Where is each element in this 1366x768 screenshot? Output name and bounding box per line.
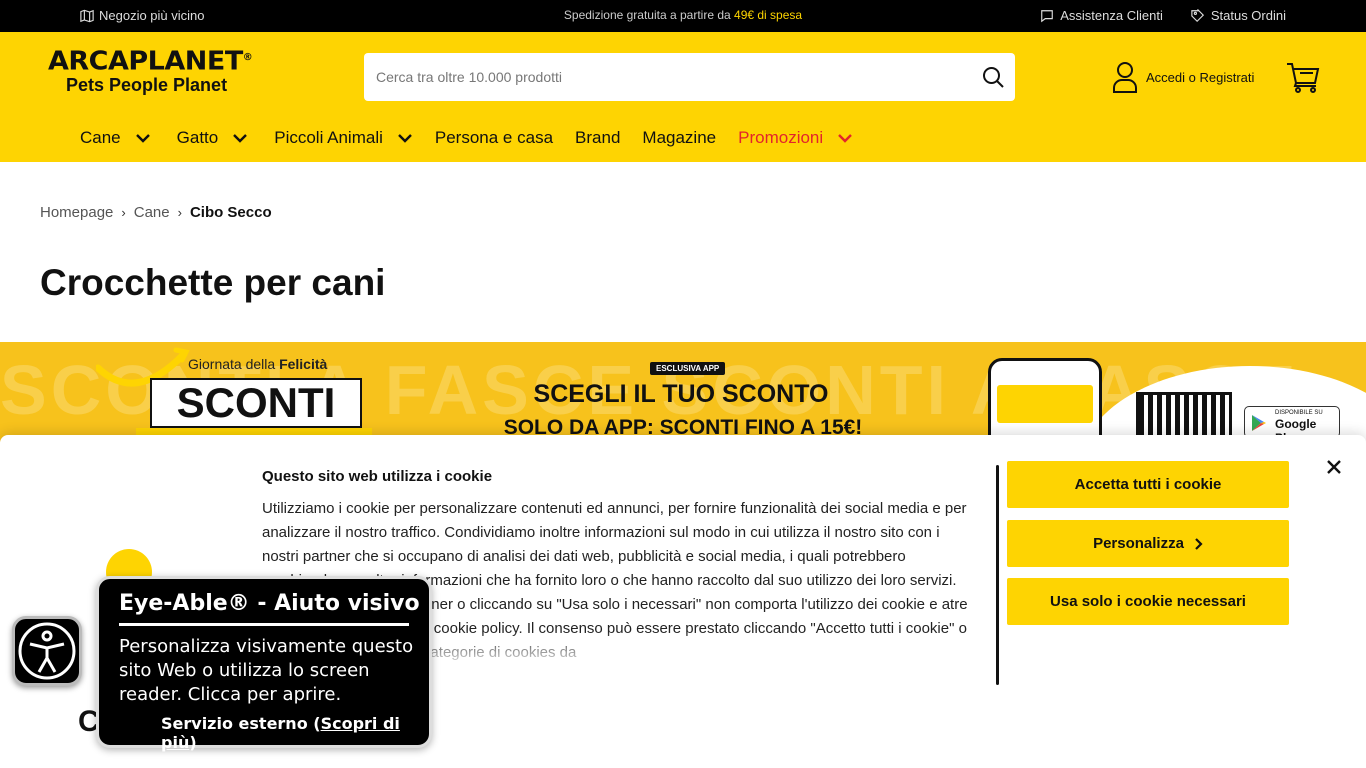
chevron-down-icon — [838, 134, 853, 143]
account-link[interactable]: Accedi o Registrati — [1112, 60, 1254, 94]
eye-able-button[interactable] — [12, 616, 82, 686]
cookie-scrollbar[interactable] — [996, 465, 999, 685]
google-play-icon — [1252, 415, 1266, 431]
nav-item-persona-e-casa[interactable]: Persona e casa — [435, 128, 553, 148]
page-title: Crocchette per cani — [40, 262, 386, 303]
nav-item-label: Cane — [80, 128, 121, 147]
eye-able-title: Eye-Able® - Aiuto visivo — [119, 591, 420, 616]
nav-item-brand[interactable]: Brand — [575, 128, 620, 148]
nav-item-label: Piccoli Animali — [274, 128, 383, 147]
site-header: ARCAPLANET® Pets People Planet Accedi o … — [0, 32, 1366, 162]
search-icon[interactable] — [981, 65, 1005, 89]
logo-tagline: Pets People Planet — [66, 75, 228, 95]
logo-wordmark: ARCAPLANET® — [48, 46, 253, 77]
nav-item-label: Persona e casa — [434, 128, 554, 147]
main-nav: Cane Gatto Piccoli Animali Persona e cas… — [80, 128, 879, 148]
nav-item-piccoli-animali[interactable]: Piccoli Animali — [274, 128, 413, 148]
accessibility-icon — [18, 622, 76, 680]
google-play-badge[interactable]: DISPONIBILE SU Google Play — [1244, 406, 1340, 442]
order-status-label: Status Ordini — [1210, 8, 1286, 23]
search-bar — [364, 53, 1015, 101]
customize-cookies-button[interactable]: Personalizza — [1007, 520, 1289, 567]
eye-able-external: Servizio esterno (Scopri di più) — [161, 714, 400, 752]
customer-support-label: Assistenza Clienti — [1060, 8, 1163, 23]
chat-icon — [1041, 9, 1054, 22]
nav-item-magazine[interactable]: Magazine — [642, 128, 716, 148]
breadcrumb-homepage[interactable]: Homepage — [40, 204, 113, 221]
eye-able-description: Personalizza visivamente questo sito Web… — [119, 636, 414, 705]
nav-item-promozioni[interactable]: Promozioni — [738, 128, 853, 148]
user-icon — [1113, 62, 1137, 93]
map-icon — [80, 9, 94, 22]
shipping-amount: 49€ di spesa — [734, 8, 803, 22]
promo-banner[interactable]: SCONTI A FASCE SCONTI A FASCE Giornata d… — [0, 342, 1366, 442]
chevron-right-icon — [1195, 537, 1203, 550]
order-tag-icon — [1191, 8, 1204, 22]
cart-icon[interactable] — [1286, 60, 1320, 94]
breadcrumb-separator: › — [121, 205, 126, 220]
breadcrumb-separator: › — [177, 205, 182, 220]
google-play-small: DISPONIBILE SU — [1275, 410, 1323, 416]
chevron-down-icon — [135, 134, 150, 143]
cookie-title: Questo sito web utilizza i cookie — [262, 468, 493, 485]
store-locator-label: Negozio più vicino — [99, 8, 205, 23]
close-icon[interactable] — [1323, 456, 1345, 478]
banner-exclusive-badge: ESCLUSIVA APP — [650, 362, 726, 375]
banner-event: Giornata della Felicità — [188, 356, 328, 372]
nav-item-label: Promozioni — [738, 128, 824, 147]
nav-item-label: Brand — [575, 128, 621, 147]
order-status-link[interactable]: Status Ordini — [1191, 8, 1286, 23]
breadcrumb-cane[interactable]: Cane — [134, 204, 170, 221]
nav-item-cane[interactable]: Cane — [80, 128, 151, 148]
eye-able-divider — [119, 623, 409, 626]
account-label: Accedi o Registrati — [1146, 69, 1255, 85]
shipping-text: Spedizione gratuita a partire da — [563, 8, 731, 22]
necessary-cookies-only-button[interactable]: Usa solo i cookie necessari — [1007, 578, 1289, 625]
breadcrumb: Homepage › Cane › Cibo Secco — [40, 204, 272, 221]
top-bar: Negozio più vicino Spedizione gratuita a… — [0, 0, 1366, 32]
nav-item-gatto[interactable]: Gatto — [177, 128, 249, 148]
phone-mockup — [988, 358, 1102, 442]
search-input[interactable] — [364, 53, 954, 101]
chevron-down-icon — [233, 134, 248, 143]
nav-item-label: Gatto — [176, 128, 219, 147]
breadcrumb-current: Cibo Secco — [189, 204, 272, 221]
chevron-down-icon — [398, 134, 412, 143]
store-locator-link[interactable]: Negozio più vicino — [80, 8, 205, 23]
eye-able-tooltip[interactable]: Eye-Able® - Aiuto visivo Personalizza vi… — [96, 576, 432, 752]
nav-item-label: Magazine — [642, 128, 717, 147]
accept-all-cookies-button[interactable]: Accetta tutti i cookie — [1007, 461, 1289, 508]
site-logo[interactable]: ARCAPLANET® Pets People Planet — [48, 46, 270, 96]
customer-support-link[interactable]: Assistenza Clienti — [1040, 8, 1163, 23]
